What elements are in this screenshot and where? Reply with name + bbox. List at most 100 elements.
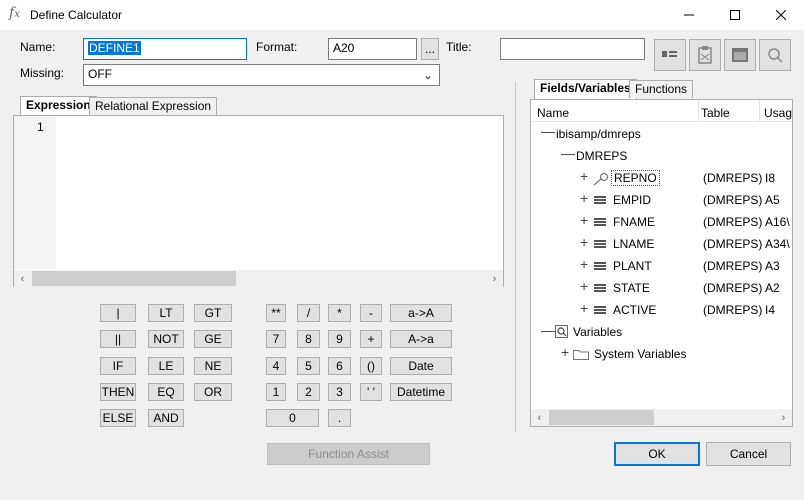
- missing-select[interactable]: OFF ⌄: [83, 64, 440, 86]
- field-plant[interactable]: PLANT: [613, 259, 652, 273]
- expand-icon[interactable]: +: [580, 168, 588, 184]
- key-1[interactable]: 1: [266, 383, 286, 401]
- collapse-icon[interactable]: —: [561, 145, 575, 161]
- ok-button[interactable]: OK: [614, 442, 700, 466]
- key-ne[interactable]: NE: [194, 357, 232, 375]
- search-button[interactable]: [759, 39, 791, 71]
- line-gutter: [14, 116, 56, 269]
- key-parens[interactable]: (): [360, 357, 382, 375]
- tree-variables[interactable]: Variables: [573, 325, 622, 339]
- tab-fields-variables[interactable]: Fields/Variables: [534, 79, 637, 99]
- field-empid[interactable]: EMPID: [613, 193, 651, 207]
- editor-horizontal-scrollbar[interactable]: ‹ ›: [14, 270, 503, 287]
- key-4[interactable]: 4: [266, 357, 286, 375]
- function-assist-button[interactable]: Function Assist: [267, 443, 430, 465]
- field-usage: A5: [765, 193, 780, 207]
- tab-functions[interactable]: Functions: [629, 80, 694, 98]
- clipboard-button[interactable]: [689, 39, 721, 71]
- key-0[interactable]: 0: [266, 409, 319, 427]
- key-not[interactable]: NOT: [148, 330, 184, 348]
- key-lt[interactable]: LT: [148, 304, 184, 322]
- key-6[interactable]: 6: [328, 357, 351, 375]
- tree-system-variables[interactable]: System Variables: [594, 347, 686, 361]
- column-name[interactable]: Name: [537, 106, 569, 120]
- tree-segment[interactable]: DMREPS: [576, 149, 627, 163]
- fields-tree-panel[interactable]: Name Table Usag — ibisamp/dmreps — DMREP…: [530, 99, 793, 427]
- missing-value: OFF: [88, 67, 112, 81]
- key-double-pipe[interactable]: ||: [100, 330, 136, 348]
- close-button[interactable]: [758, 0, 804, 30]
- key-or[interactable]: OR: [194, 383, 232, 401]
- key-le[interactable]: LE: [148, 357, 184, 375]
- field-lname[interactable]: LNAME: [613, 237, 654, 251]
- key-gt[interactable]: GT: [194, 304, 232, 322]
- collapse-icon[interactable]: —: [541, 123, 555, 139]
- window-icon: [732, 48, 748, 62]
- collapse-icon[interactable]: —: [541, 322, 555, 338]
- panel-divider: [515, 82, 516, 432]
- key-minus[interactable]: -: [360, 304, 382, 322]
- format-browse-button[interactable]: ...: [421, 38, 439, 60]
- chevron-left-icon[interactable]: ‹: [531, 409, 548, 426]
- tree-horizontal-scrollbar[interactable]: ‹ ›: [531, 409, 792, 426]
- key-multiply[interactable]: *: [328, 304, 351, 322]
- key-7[interactable]: 7: [266, 330, 286, 348]
- field-state[interactable]: STATE: [613, 281, 650, 295]
- expression-editor[interactable]: 1 ‹ ›: [13, 115, 504, 287]
- key-eq[interactable]: EQ: [148, 383, 184, 401]
- expand-icon[interactable]: +: [561, 344, 569, 360]
- cancel-button[interactable]: Cancel: [706, 442, 791, 466]
- expand-icon[interactable]: +: [580, 278, 588, 294]
- field-list-button[interactable]: [654, 39, 686, 71]
- expand-icon[interactable]: +: [580, 190, 588, 206]
- field-icon: [594, 262, 606, 270]
- chevron-right-icon[interactable]: ›: [775, 409, 792, 426]
- key-3[interactable]: 3: [328, 383, 351, 401]
- minimize-button[interactable]: [666, 0, 712, 30]
- column-usage[interactable]: Usag: [764, 106, 792, 120]
- key-if[interactable]: IF: [100, 357, 136, 375]
- key-divide[interactable]: /: [297, 304, 320, 322]
- tab-expression[interactable]: Expression: [20, 96, 97, 116]
- field-table: (DMREPS): [703, 281, 763, 295]
- key-quotes[interactable]: ' ': [360, 383, 382, 401]
- key-datetime[interactable]: Datetime: [390, 383, 452, 401]
- minimize-icon: [684, 14, 694, 16]
- tab-relational-expression[interactable]: Relational Expression: [89, 97, 218, 115]
- clipboard-icon: [698, 46, 712, 64]
- key-2[interactable]: 2: [297, 383, 320, 401]
- maximize-button[interactable]: [712, 0, 758, 30]
- column-table[interactable]: Table: [701, 106, 730, 120]
- chevron-right-icon[interactable]: ›: [486, 270, 503, 287]
- format-input[interactable]: A20: [328, 38, 417, 60]
- field-repno[interactable]: REPNO: [611, 170, 660, 186]
- expand-icon[interactable]: +: [580, 300, 588, 316]
- window-button[interactable]: [724, 39, 756, 71]
- key-else[interactable]: ELSE: [100, 409, 136, 427]
- name-input[interactable]: DEFINE1: [83, 38, 247, 60]
- expand-icon[interactable]: +: [580, 256, 588, 272]
- key-date[interactable]: Date: [390, 357, 452, 375]
- key-ge[interactable]: GE: [194, 330, 232, 348]
- key-upper-to-lower[interactable]: A->a: [390, 330, 452, 348]
- key-pipe[interactable]: |: [100, 304, 136, 322]
- field-active[interactable]: ACTIVE: [613, 303, 656, 317]
- key-8[interactable]: 8: [297, 330, 320, 348]
- scroll-thumb[interactable]: [32, 271, 236, 286]
- key-power[interactable]: **: [266, 304, 286, 322]
- tree-root[interactable]: ibisamp/dmreps: [556, 127, 641, 141]
- chevron-left-icon[interactable]: ‹: [14, 270, 31, 287]
- field-fname[interactable]: FNAME: [613, 215, 655, 229]
- key-5[interactable]: 5: [297, 357, 320, 375]
- title-input[interactable]: [500, 38, 645, 60]
- key-9[interactable]: 9: [328, 330, 351, 348]
- key-lower-to-upper[interactable]: a->A: [390, 304, 452, 322]
- key-then[interactable]: THEN: [100, 383, 136, 401]
- key-dot[interactable]: .: [328, 409, 351, 427]
- key-and[interactable]: AND: [148, 409, 184, 427]
- field-usage: I8: [765, 171, 776, 185]
- scroll-thumb[interactable]: [549, 410, 654, 425]
- expand-icon[interactable]: +: [580, 212, 588, 228]
- key-plus[interactable]: +: [360, 330, 382, 348]
- expand-icon[interactable]: +: [580, 234, 588, 250]
